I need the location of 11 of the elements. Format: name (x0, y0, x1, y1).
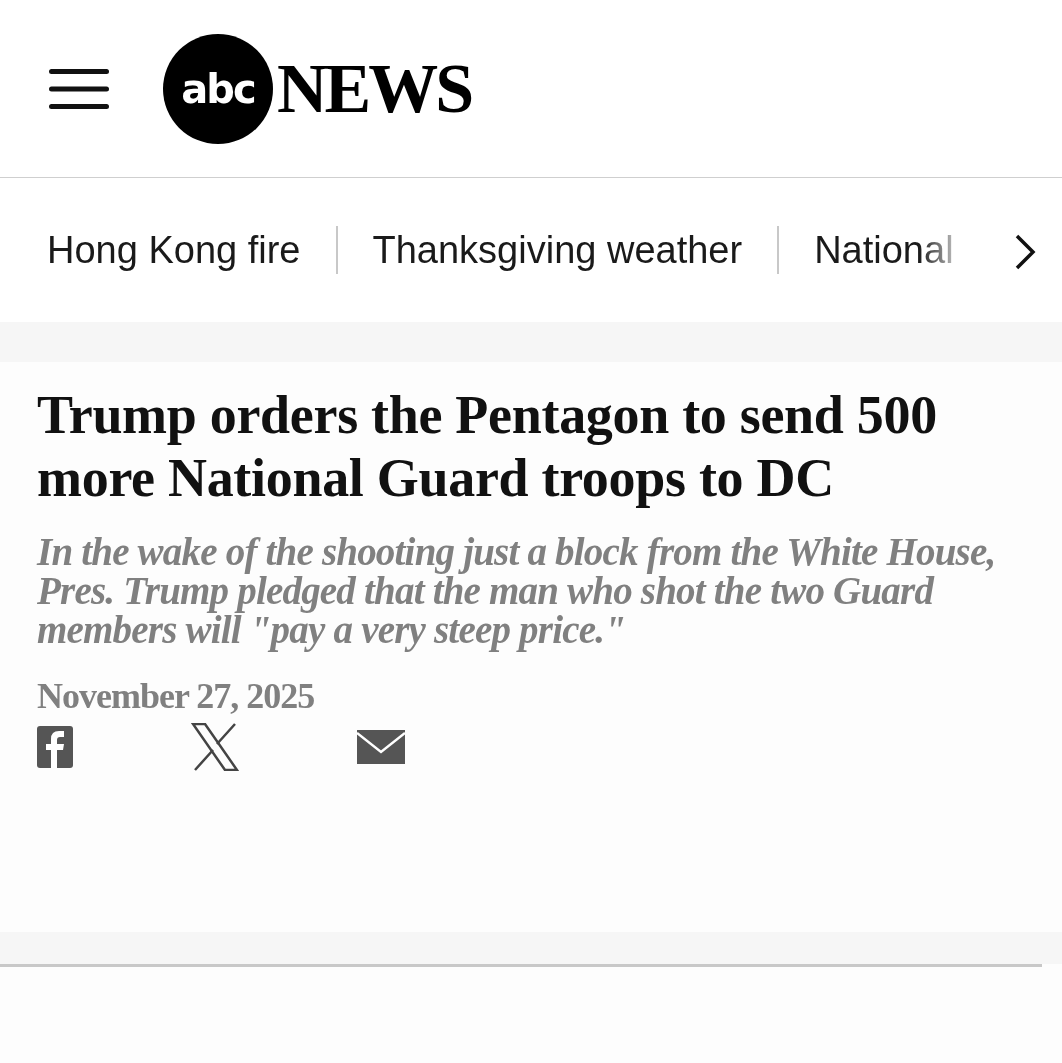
x-icon[interactable] (191, 723, 239, 771)
logo-wordmark[interactable]: NEWS (277, 48, 472, 129)
logo-badge[interactable]: abc (163, 33, 273, 144)
headline: Trump orders the Pentagon to send 500 more National Guard troops to DC (37, 384, 938, 510)
chevron-right-icon[interactable] (1014, 233, 1036, 271)
menu-icon[interactable] (49, 66, 109, 111)
trending-link[interactable]: Thanksgiving weather (372, 228, 743, 272)
email-icon[interactable] (357, 730, 405, 764)
trending-link[interactable]: Hong Kong fire (47, 228, 301, 272)
facebook-icon[interactable] (37, 726, 73, 768)
publish-date: November 27, 2025 (37, 675, 316, 717)
